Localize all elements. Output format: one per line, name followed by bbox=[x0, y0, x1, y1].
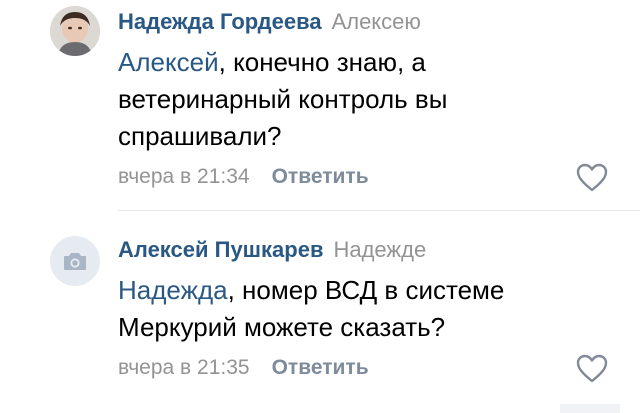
camera-icon bbox=[64, 253, 86, 270]
mention-link[interactable]: Алексей bbox=[118, 47, 219, 77]
avatar[interactable] bbox=[50, 236, 100, 286]
divider bbox=[118, 210, 640, 211]
comment-header: Алексей Пушкарев Надежде bbox=[118, 236, 426, 264]
reply-to-link[interactable]: Надежде bbox=[333, 237, 426, 262]
comment-text: Алексей, конечно знаю, а ветеринарный ко… bbox=[118, 44, 558, 155]
timestamp[interactable]: вчера в 21:34 bbox=[118, 165, 250, 188]
comments-feed: Надежда Гордеева Алексею Алексей, конечно… bbox=[0, 0, 640, 413]
heart-outline-icon bbox=[576, 163, 608, 192]
timestamp[interactable]: вчера в 21:35 bbox=[118, 356, 250, 379]
comment-meta: вчера в 21:34 Ответить bbox=[118, 164, 369, 190]
comment-header: Надежда Гордеева Алексею bbox=[118, 8, 421, 36]
heart-outline-icon bbox=[576, 354, 608, 383]
comment-item: Алексей Пушкарев Надежде Надежда, номер В… bbox=[0, 228, 640, 413]
author-name[interactable]: Алексей Пушкарев bbox=[118, 237, 323, 262]
mention-link[interactable]: Надежда bbox=[118, 275, 228, 305]
avatar[interactable] bbox=[50, 6, 100, 56]
author-name[interactable]: Надежда Гордеева bbox=[118, 9, 322, 34]
comment-meta: вчера в 21:35 Ответить bbox=[118, 355, 369, 381]
next-item-edge bbox=[560, 404, 620, 413]
comment-text: Надежда, номер ВСД в системе Меркурий мо… bbox=[118, 272, 558, 346]
reply-button[interactable]: Ответить bbox=[272, 356, 369, 379]
reply-to-link[interactable]: Алексею bbox=[332, 9, 421, 34]
comment-item: Надежда Гордеева Алексею Алексей, конечно… bbox=[0, 0, 640, 214]
user-photo bbox=[50, 6, 100, 56]
reply-button[interactable]: Ответить bbox=[272, 165, 369, 188]
like-button[interactable] bbox=[576, 354, 608, 384]
like-button[interactable] bbox=[576, 163, 608, 193]
